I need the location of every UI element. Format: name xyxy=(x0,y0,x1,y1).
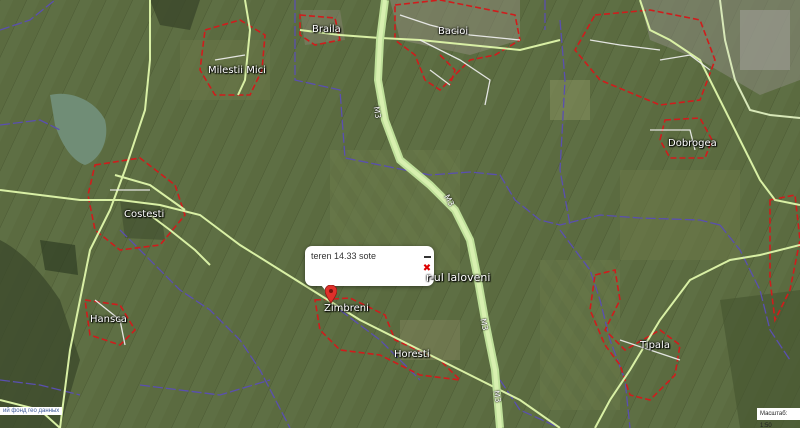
scale-indicator: Масштаб: 1:50 xyxy=(757,408,800,428)
map-viewport[interactable]: Braila Bacioi Milestii Mici Costesti Han… xyxy=(0,0,800,428)
minimize-icon[interactable] xyxy=(423,252,432,261)
place-label-braila: Braila xyxy=(312,24,341,35)
info-popup: teren 14.33 sote ✖ xyxy=(305,246,434,286)
map-pin-icon[interactable] xyxy=(325,285,337,303)
place-label-bacioi: Bacioi xyxy=(438,26,469,37)
place-label-horesti: Horesti xyxy=(394,349,430,360)
place-label-costesti: Costesti xyxy=(124,209,165,220)
place-label-zimbreni: Zimbreni xyxy=(324,303,369,314)
satellite-basemap xyxy=(0,0,800,428)
place-label-milestii-mici: Milestii Mici xyxy=(208,65,266,76)
place-label-hansca: Hansca xyxy=(90,314,127,325)
region-label-ialoveni: r-ul Ialoveni xyxy=(426,271,491,284)
road-label-m3: M3 xyxy=(371,105,383,120)
road-label-m3: M3 xyxy=(491,389,503,404)
popup-text: teren 14.33 sote xyxy=(311,251,377,261)
place-label-dobrogea: Dobrogea xyxy=(668,138,717,149)
map-attribution[interactable]: ий фонд гео данных xyxy=(0,407,63,415)
place-label-tipala: Tipala xyxy=(640,340,670,351)
